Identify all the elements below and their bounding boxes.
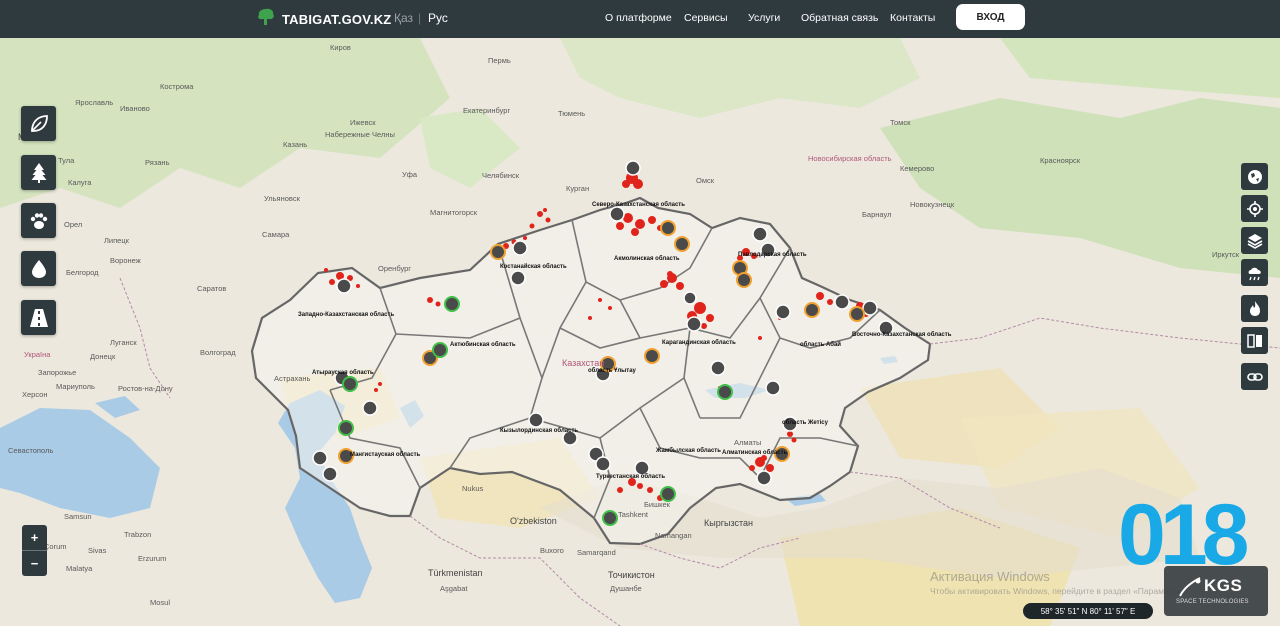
logo-text: TABIGAT.GOV.KZ: [282, 12, 392, 27]
layers-button[interactable]: [1241, 227, 1268, 254]
nav-offerings[interactable]: Услуги: [748, 12, 780, 24]
site-logo[interactable]: TABIGAT.GOV.KZ: [256, 8, 391, 31]
kgs-logo-badge: KGS SPACE TECHNOLOGIES: [1164, 566, 1268, 616]
login-button[interactable]: ВХОД: [956, 4, 1025, 30]
globe-icon: [1247, 169, 1262, 184]
kgs-logo-subtitle: SPACE TECHNOLOGIES: [1176, 599, 1249, 605]
link-icon: [1246, 372, 1263, 381]
leaf-icon: [30, 114, 48, 132]
top-navbar: TABIGAT.GOV.KZ Қаз | Рус О платформе Сер…: [0, 0, 1280, 38]
zoom-in-button[interactable]: +: [22, 525, 47, 550]
nav-services[interactable]: Сервисы: [684, 12, 728, 24]
cursor-coordinates: 58° 35' 51" N 80° 11' 57" E: [1023, 603, 1153, 619]
water-layer-button[interactable]: [21, 251, 56, 286]
fire-hotspots-button[interactable]: [1241, 295, 1268, 322]
locate-icon: [1246, 200, 1263, 217]
fire-icon: [1249, 300, 1260, 316]
tree-icon: [31, 162, 46, 183]
tree-logo-icon: [256, 8, 276, 31]
channel-logo-digits: 018: [1118, 492, 1248, 576]
forest-layer-button[interactable]: [21, 106, 56, 141]
language-kz[interactable]: Қаз: [394, 11, 413, 25]
compare-button[interactable]: [1241, 327, 1268, 354]
nav-contacts[interactable]: Контакты: [890, 12, 935, 24]
basemap-globe-button[interactable]: [1241, 163, 1268, 190]
channel-logo-018: 018: [1118, 492, 1254, 576]
windows-activation-title: Активация Windows: [930, 569, 1050, 584]
kgs-logo-icon: [1179, 577, 1201, 597]
map-canvas[interactable]: Кострома Киров Пермь Ярославль Иваново М…: [0, 38, 1280, 626]
road-icon: [29, 308, 48, 327]
paw-icon: [30, 212, 47, 229]
wildlife-layer-button[interactable]: [21, 203, 56, 238]
roads-layer-button[interactable]: [21, 300, 56, 335]
basemap: [0, 38, 1280, 626]
share-link-button[interactable]: [1241, 363, 1268, 390]
windows-activation-subtitle: Чтобы активировать Windows, перейдите в …: [930, 586, 1191, 596]
layers-icon: [1247, 233, 1262, 249]
zoom-control: + −: [22, 525, 47, 576]
nav-about[interactable]: О платформе: [605, 12, 672, 24]
language-separator: |: [418, 11, 422, 25]
trees-layer-button[interactable]: [21, 155, 56, 190]
compare-icon: [1246, 333, 1262, 348]
nav-feedback[interactable]: Обратная связь: [801, 12, 878, 24]
kgs-logo-text: KGS: [1204, 576, 1243, 595]
zoom-out-button[interactable]: −: [22, 551, 47, 576]
weather-icon: [1248, 267, 1261, 280]
weather-button[interactable]: [1241, 259, 1268, 286]
water-drop-icon: [31, 259, 46, 278]
my-location-button[interactable]: [1241, 195, 1268, 222]
language-ru[interactable]: Рус: [428, 11, 448, 25]
